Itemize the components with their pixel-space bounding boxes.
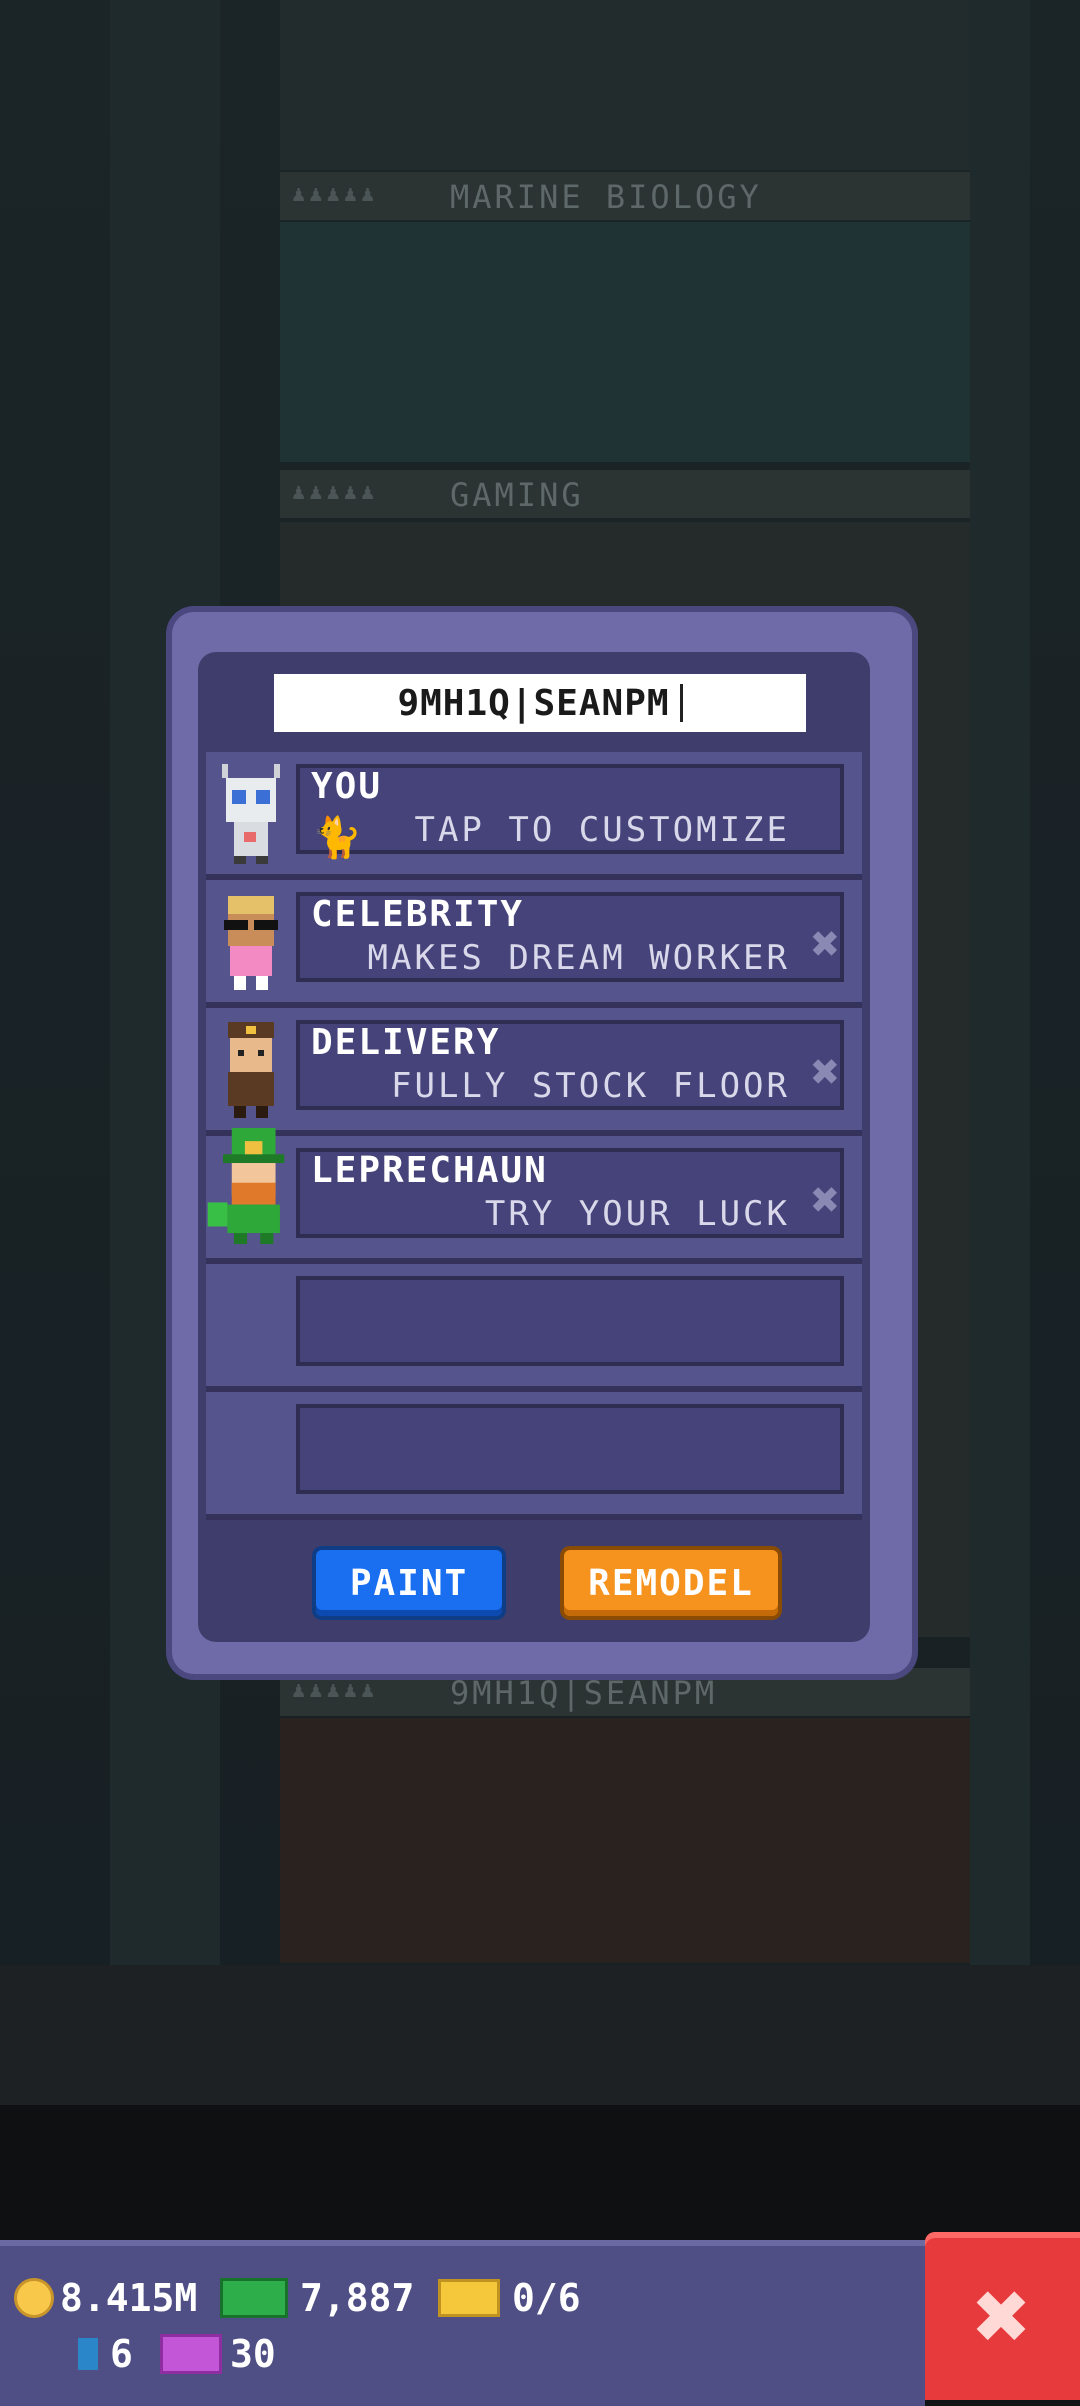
tickets-counter[interactable]: 0/6	[438, 2276, 581, 2320]
vip-value: 30	[230, 2332, 276, 2376]
row-subtitle: TAP TO CUSTOMIZE	[414, 810, 790, 850]
floor-residents-icon: ♟♟♟♟♟	[292, 182, 379, 207]
gems-value: 6	[110, 2332, 133, 2376]
floor-label-marine-biology: MARINE BIOLOGY	[450, 178, 762, 216]
bux-icon	[220, 2278, 288, 2318]
close-icon: ✖	[973, 2260, 1032, 2372]
row-delivery[interactable]: DELIVERY FULLY STOCK FLOOR ✖	[206, 1008, 862, 1136]
bottom-hud: 8.415M 7,887 0/6 6 30	[0, 2240, 925, 2406]
coin-icon	[14, 2278, 54, 2318]
paint-button[interactable]: PAINT	[316, 1550, 502, 1616]
row-title: CELEBRITY	[311, 894, 525, 935]
delivery-avatar-icon	[228, 1022, 274, 1118]
floor-marine-biology	[280, 222, 970, 462]
row-leprechaun[interactable]: LEPRECHAUN TRY YOUR LUCK ✖	[206, 1128, 862, 1264]
row-panel	[296, 1276, 844, 1366]
coins-value: 8.415M	[60, 2276, 198, 2320]
floor-residents-icon: ♟♟♟♟♟	[292, 480, 379, 505]
ground	[0, 2105, 1080, 2240]
remove-leprechaun-button[interactable]: ✖	[811, 1176, 840, 1224]
row-empty-slot[interactable]	[206, 1264, 862, 1392]
tower-column-right	[970, 0, 1030, 1965]
vip-counter[interactable]: 30	[160, 2332, 276, 2376]
row-title: YOU	[311, 766, 383, 807]
vip-icon	[160, 2334, 222, 2374]
ticket-icon	[438, 2279, 500, 2317]
row-panel	[296, 1404, 844, 1494]
remove-celebrity-button[interactable]: ✖	[811, 920, 840, 968]
row-celebrity[interactable]: CELEBRITY MAKES DREAM WORKER ✖	[206, 880, 862, 1008]
remove-delivery-button[interactable]: ✖	[811, 1048, 840, 1096]
close-button[interactable]: ✖	[925, 2232, 1080, 2400]
celebrity-avatar-icon	[224, 896, 278, 990]
floor-label-player: 9MH1Q|SEANPM	[450, 1674, 718, 1712]
floor-label-gaming: GAMING	[450, 476, 584, 514]
gems-counter: 6	[78, 2332, 133, 2376]
floor-top	[280, 0, 970, 170]
pet-cat-icon: 🐈	[312, 815, 362, 861]
robot-avatar-icon	[222, 764, 280, 864]
street	[0, 1965, 1080, 2105]
floor-name-input[interactable]: 9MH1Q|SEANPM	[274, 674, 806, 732]
bux-counter[interactable]: 7,887	[220, 2276, 414, 2320]
floor-residents-icon: ♟♟♟♟♟	[292, 1678, 379, 1703]
row-subtitle: MAKES DREAM WORKER	[367, 938, 790, 978]
row-title: DELIVERY	[311, 1022, 501, 1063]
tickets-value: 0/6	[512, 2276, 581, 2320]
row-title: LEPRECHAUN	[311, 1150, 548, 1191]
row-you[interactable]: YOU 🐈 TAP TO CUSTOMIZE	[206, 752, 862, 880]
coins-counter: 8.415M	[14, 2276, 197, 2320]
floor-name-text: 9MH1Q|SEANPM	[397, 682, 670, 724]
bux-value: 7,887	[300, 2276, 415, 2320]
row-subtitle: TRY YOUR LUCK	[484, 1194, 790, 1234]
floor-band	[280, 470, 970, 518]
row-empty-slot[interactable]	[206, 1392, 862, 1520]
leprechaun-avatar-icon	[207, 1128, 285, 1244]
gem-icon	[78, 2338, 98, 2370]
remodel-button[interactable]: REMODEL	[564, 1550, 778, 1616]
text-caret	[679, 684, 683, 722]
floor-player	[280, 1718, 970, 1963]
row-subtitle: FULLY STOCK FLOOR	[391, 1066, 790, 1106]
